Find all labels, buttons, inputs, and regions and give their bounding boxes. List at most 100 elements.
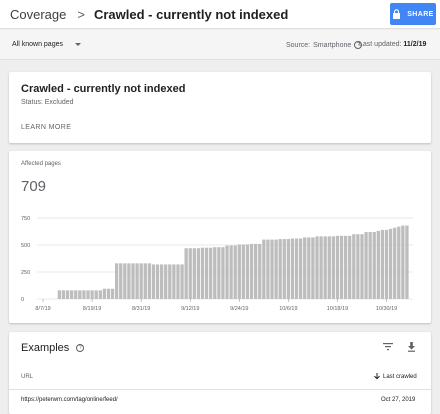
chart-bar[interactable] (249, 243, 254, 299)
chart-bar[interactable] (343, 235, 348, 299)
chart-bar[interactable] (348, 235, 352, 299)
chart-bar[interactable] (237, 244, 241, 299)
chart-bar[interactable] (106, 288, 111, 299)
chart-bar[interactable] (221, 247, 225, 299)
chart-bar[interactable] (397, 226, 401, 299)
chart-bar[interactable] (143, 263, 147, 299)
chart-bar[interactable] (82, 290, 86, 299)
chart-bar[interactable] (393, 227, 397, 299)
chart-bar[interactable] (98, 290, 102, 299)
chart-bar[interactable] (86, 290, 90, 299)
chart-bar[interactable] (294, 238, 299, 299)
chart-bar[interactable] (376, 230, 380, 299)
chart-bar[interactable] (119, 263, 123, 299)
x-tick-label: 10/6/19 (279, 306, 297, 312)
chart-bar[interactable] (254, 243, 258, 299)
chart-bar[interactable] (147, 263, 151, 299)
share-label: SHARE (407, 10, 434, 18)
chart-bar[interactable] (307, 237, 311, 299)
chart-bar[interactable] (290, 238, 295, 299)
chart-bar[interactable] (405, 225, 409, 299)
chart-bar[interactable] (78, 290, 82, 299)
chart-bar[interactable] (229, 245, 233, 299)
chart-bar[interactable] (262, 239, 266, 299)
chart-bar[interactable] (204, 247, 209, 299)
url-column-header[interactable]: URL (21, 374, 33, 380)
chart-bar[interactable] (339, 235, 344, 299)
chart-bar[interactable] (364, 232, 368, 299)
chart-bar[interactable] (176, 264, 180, 299)
chart-bar[interactable] (139, 263, 143, 299)
pages-filter-dropdown[interactable]: All known pages (12, 41, 81, 48)
filter-bar: All known pages Source: Smartphone ? Las… (0, 30, 440, 60)
chart-bar[interactable] (135, 263, 139, 299)
chart-bar[interactable] (70, 290, 74, 299)
download-icon[interactable] (407, 342, 416, 352)
chart-bar[interactable] (115, 263, 119, 299)
chart-bar[interactable] (286, 239, 291, 299)
filter-icon[interactable] (383, 342, 393, 351)
chart-bar[interactable] (352, 234, 356, 299)
chart-bar[interactable] (213, 247, 217, 299)
chart-bar[interactable] (278, 239, 282, 299)
chart-bar[interactable] (123, 263, 127, 299)
chart-bar[interactable] (380, 229, 385, 299)
chart-bar[interactable] (159, 264, 164, 299)
chart-bar[interactable] (368, 232, 372, 299)
chart-bar[interactable] (57, 290, 62, 299)
source-label: Source: (286, 41, 311, 49)
chart-bar[interactable] (241, 244, 246, 299)
chart-bar[interactable] (184, 248, 188, 299)
chart-bar[interactable] (356, 234, 360, 299)
chart-bar[interactable] (327, 236, 331, 299)
chart-bar[interactable] (372, 232, 376, 299)
chart-bar[interactable] (270, 239, 274, 299)
chart-bar[interactable] (200, 247, 205, 299)
chart-bar[interactable] (151, 264, 156, 299)
chart-bar[interactable] (131, 263, 135, 299)
chart-bar[interactable] (188, 248, 192, 299)
chart-bar[interactable] (331, 236, 335, 299)
chart-bar[interactable] (299, 238, 303, 299)
chart-bar[interactable] (155, 264, 160, 299)
chart-bar[interactable] (225, 245, 229, 299)
chart-bar[interactable] (282, 239, 286, 299)
chart-bar[interactable] (65, 290, 70, 299)
chart-bar[interactable] (192, 248, 196, 299)
table-row-url[interactable]: https://peterwm.com/tag/online/feed/ (21, 397, 118, 403)
chart-bar[interactable] (233, 245, 237, 299)
chart-bar[interactable] (266, 239, 270, 299)
breadcrumb-coverage[interactable]: Coverage (10, 7, 66, 22)
chart-bar[interactable] (401, 225, 405, 299)
chart-bar[interactable] (388, 228, 393, 299)
chart-bar[interactable] (319, 236, 323, 299)
chart-bar[interactable] (90, 290, 94, 299)
chart-bar[interactable] (323, 236, 327, 299)
chart-bar[interactable] (196, 248, 201, 299)
chart-bar[interactable] (335, 235, 340, 299)
chart-bar[interactable] (94, 290, 98, 299)
chart-bar[interactable] (74, 290, 78, 299)
chart-bar[interactable] (172, 264, 176, 299)
chart-bar[interactable] (360, 234, 364, 299)
chart-bar[interactable] (209, 247, 213, 299)
chart-bar[interactable] (384, 229, 389, 299)
chart-bar[interactable] (245, 244, 250, 299)
last-crawled-column-header[interactable]: Last crawled (374, 373, 417, 380)
share-button[interactable]: SHARE (390, 3, 436, 25)
chart-bar[interactable] (102, 288, 107, 299)
chart-bar[interactable] (311, 237, 315, 299)
chart-bar[interactable] (110, 288, 115, 299)
help-icon[interactable]: ? (76, 344, 85, 352)
chart-bar[interactable] (61, 290, 66, 299)
chart-bar[interactable] (315, 236, 319, 299)
chart-bar[interactable] (258, 243, 262, 299)
learn-more-link[interactable]: LEARN MORE (21, 124, 71, 131)
chart-bar[interactable] (127, 263, 131, 299)
chart-bar[interactable] (217, 247, 221, 299)
chart-bar[interactable] (303, 237, 307, 299)
chart-bar[interactable] (180, 264, 184, 299)
chart-bar[interactable] (168, 264, 172, 299)
chart-bar[interactable] (274, 239, 278, 299)
chart-bar[interactable] (164, 264, 168, 299)
